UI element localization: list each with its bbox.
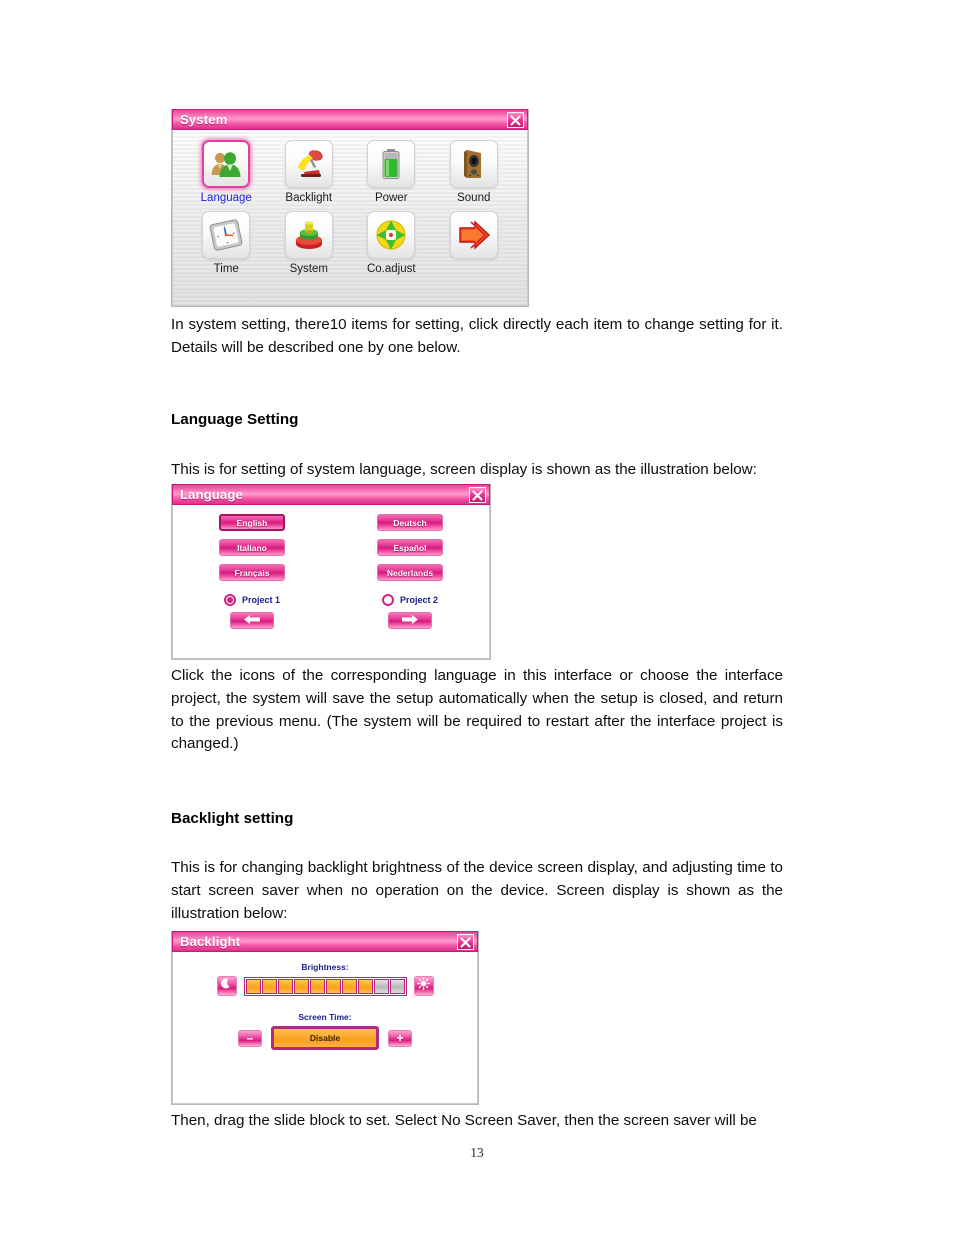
- language-button-nederlands[interactable]: Nederlands: [377, 564, 443, 581]
- system-item-sound[interactable]: Sound: [433, 140, 516, 205]
- speaker-icon[interactable]: [449, 140, 498, 188]
- moon-icon: [220, 977, 233, 995]
- system-item-label: Co.adjust: [366, 263, 416, 275]
- clock-icon[interactable]: [202, 211, 251, 259]
- language-button-deutsch[interactable]: Deutsch: [377, 514, 443, 531]
- system-item-label: Power: [374, 192, 408, 204]
- system-item-power[interactable]: Power: [350, 140, 433, 205]
- system-icon-grid: Language Backlight Power Sound Time Syst…: [185, 140, 515, 276]
- paragraph-language-after: Click the icons of the corresponding lan…: [171, 667, 783, 753]
- close-icon[interactable]: [469, 487, 486, 503]
- screen-time-value[interactable]: Disable: [271, 1026, 379, 1050]
- brightness-segment[interactable]: [309, 978, 325, 994]
- radio-project-1[interactable]: Project 1: [223, 594, 281, 606]
- system-item-system[interactable]: System: [268, 211, 351, 276]
- brightness-label: Brightness:: [301, 962, 349, 972]
- prev-page-button[interactable]: [230, 612, 274, 629]
- increase-button[interactable]: +: [388, 1029, 412, 1047]
- people-icon[interactable]: [202, 140, 251, 188]
- screen-time-label: Screen Time:: [298, 1012, 352, 1022]
- stacked-disks-icon[interactable]: [284, 211, 333, 259]
- brightness-segment[interactable]: [325, 978, 341, 994]
- desk-lamp-icon[interactable]: [284, 140, 333, 188]
- radio-project-2[interactable]: Project 2: [381, 594, 439, 606]
- radio-label: Project 2: [399, 595, 439, 605]
- system-item-label: Backlight: [285, 192, 333, 204]
- project-radio-group: Project 1 Project 2: [173, 594, 489, 606]
- compass-cross-icon[interactable]: [367, 211, 416, 259]
- system-item-coadjust[interactable]: Co.adjust: [350, 211, 433, 276]
- system-window-titlebar: System: [172, 109, 528, 130]
- language-settings-window: Language English Deutsch Italiano Españo…: [171, 484, 491, 660]
- battery-icon[interactable]: [367, 140, 416, 188]
- system-item-next[interactable]: [433, 211, 516, 276]
- radio-unselected-icon: [381, 594, 394, 606]
- system-item-label: Sound: [457, 192, 491, 204]
- radio-label: Project 1: [241, 595, 281, 605]
- language-button-francais[interactable]: Français: [219, 564, 285, 581]
- brightness-segment[interactable]: [245, 978, 261, 994]
- language-button-espanol[interactable]: Español: [377, 539, 443, 556]
- backlight-settings-window: Backlight Brightness: Screen Time: – Dis…: [171, 931, 479, 1105]
- right-arrow-icon: [400, 612, 420, 630]
- brightness-row: [173, 976, 477, 996]
- backlight-window-body: Brightness: Screen Time: – Disable +: [172, 952, 478, 1104]
- brightness-segment[interactable]: [373, 978, 389, 994]
- left-arrow-icon: [242, 612, 262, 630]
- screen-time-row: – Disable +: [173, 1026, 477, 1050]
- backlight-window-titlebar: Backlight: [172, 931, 478, 952]
- heading-backlight-setting: Backlight setting: [171, 810, 294, 827]
- language-button-english[interactable]: English: [219, 514, 285, 531]
- page-number: 13: [470, 1145, 484, 1160]
- brightness-segment[interactable]: [261, 978, 277, 994]
- radio-selected-icon: [223, 594, 236, 606]
- next-arrow-icon[interactable]: [449, 211, 498, 259]
- brightness-segment[interactable]: [277, 978, 293, 994]
- paragraph-backlight-intro: This is for changing backlight brightnes…: [171, 859, 783, 922]
- brightness-segment[interactable]: [293, 978, 309, 994]
- bright-button[interactable]: [413, 976, 434, 996]
- paragraph-language-intro: This is for setting of system language, …: [171, 461, 757, 478]
- brightness-segment[interactable]: [389, 978, 405, 994]
- language-button-italiano[interactable]: Italiano: [219, 539, 285, 556]
- language-button-grid: English Deutsch Italiano Español Françai…: [173, 514, 489, 581]
- system-settings-window: System Language Backlight Power Sound Ti…: [171, 109, 529, 307]
- sun-icon: [417, 977, 430, 995]
- close-icon[interactable]: [507, 112, 524, 128]
- brightness-segment[interactable]: [341, 978, 357, 994]
- system-item-label: Language: [200, 192, 252, 204]
- system-item-label: System: [289, 263, 328, 275]
- brightness-slider[interactable]: [243, 976, 407, 996]
- language-window-body: English Deutsch Italiano Español Françai…: [172, 505, 490, 659]
- next-page-button[interactable]: [388, 612, 432, 629]
- system-item-label: Time: [213, 263, 239, 275]
- heading-language-setting: Language Setting: [171, 411, 299, 428]
- paragraph-backlight-after: Then, drag the slide block to set. Selec…: [171, 1112, 757, 1129]
- brightness-segment[interactable]: [357, 978, 373, 994]
- system-item-time[interactable]: Time: [185, 211, 268, 276]
- system-window-title: System: [180, 112, 228, 127]
- language-window-titlebar: Language: [172, 484, 490, 505]
- close-icon[interactable]: [457, 934, 474, 950]
- system-window-body: Language Backlight Power Sound Time Syst…: [172, 130, 528, 306]
- decrease-button[interactable]: –: [238, 1029, 262, 1047]
- language-window-title: Language: [180, 487, 243, 502]
- system-item-backlight[interactable]: Backlight: [268, 140, 351, 205]
- dim-button[interactable]: [216, 976, 237, 996]
- backlight-window-title: Backlight: [180, 934, 241, 949]
- language-nav-row: [173, 612, 489, 629]
- system-item-language[interactable]: Language: [185, 140, 268, 205]
- paragraph-system-intro: In system setting, there10 items for set…: [171, 316, 783, 356]
